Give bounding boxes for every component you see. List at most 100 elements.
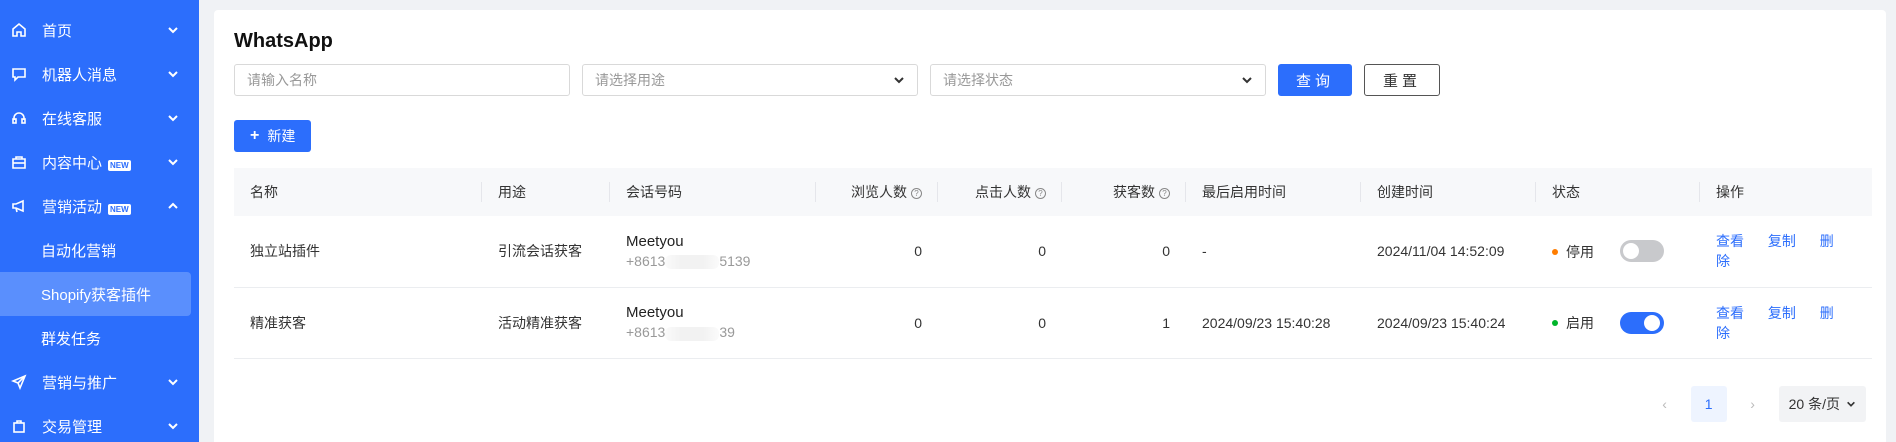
chevron-down-icon <box>1242 77 1252 84</box>
main-content: WhatsApp 请选择用途 请选择状态 查询 重置 + 新建 <box>199 0 1896 442</box>
status-select-placeholder: 请选择状态 <box>943 72 1013 88</box>
page-number-current[interactable]: 1 <box>1690 386 1727 422</box>
purpose-select[interactable]: 请选择用途 <box>582 64 918 96</box>
view-link[interactable]: 查看 <box>1716 233 1744 249</box>
header-actions: 操作 <box>1700 168 1872 216</box>
sidebar-item-label: 营销与推广 <box>42 374 118 392</box>
phone-prefix: +8613 <box>626 253 666 270</box>
header-label: 状态 <box>1552 184 1580 200</box>
sidebar-item-label: 首页 <box>42 22 73 40</box>
header-label: 浏览人数 <box>851 184 907 200</box>
search-button[interactable]: 查询 <box>1278 64 1353 96</box>
page-size-select[interactable]: 20 条/页 <box>1778 386 1866 422</box>
sidebar-item-marketing-activity[interactable]: 营销活动 NEW <box>0 184 199 228</box>
sidebar-item-text: 营销活动 <box>42 198 103 216</box>
view-link[interactable]: 查看 <box>1716 305 1744 321</box>
chevron-down-icon <box>167 155 181 169</box>
sidebar-item-home[interactable]: 首页 <box>0 8 199 52</box>
sidebar-item-text: 内容中心 <box>42 154 103 172</box>
cell-status: 停用 <box>1536 216 1700 288</box>
content-panel: WhatsApp 请选择用途 请选择状态 查询 重置 + 新建 <box>214 10 1886 442</box>
sidebar-subitem-shopify-plugin[interactable]: Shopify获客插件 <box>0 272 191 316</box>
chevron-down-icon <box>167 67 181 81</box>
status-toggle[interactable] <box>1619 240 1664 263</box>
prev-page-icon[interactable]: ‹ <box>1649 388 1681 420</box>
header-name: 名称 <box>234 168 482 216</box>
filter-bar: 请选择用途 请选择状态 查询 重置 <box>234 64 1866 96</box>
chevron-down-icon <box>1847 401 1855 407</box>
sidebar-item-label: 营销活动 NEW <box>42 196 167 217</box>
sidebar-subitem-automation-marketing[interactable]: 自动化营销 <box>0 228 199 272</box>
header-last-enabled: 最后启用时间 <box>1186 168 1361 216</box>
next-page-icon[interactable]: › <box>1737 388 1769 420</box>
copy-link[interactable]: 复制 <box>1768 305 1796 321</box>
new-button[interactable]: + 新建 <box>234 120 312 152</box>
header-label: 创建时间 <box>1377 184 1433 200</box>
phone-suffix: 39 <box>719 324 735 341</box>
cell-views: 0 <box>816 287 938 359</box>
cell-purpose: 活动精准获客 <box>482 287 610 359</box>
cell-clicks: 0 <box>938 216 1062 288</box>
cell-last-enabled: - <box>1186 216 1361 288</box>
page-size-label: 20 条/页 <box>1788 396 1840 412</box>
header-session-number: 会话号码 <box>610 168 816 216</box>
redacted-blur <box>665 326 720 341</box>
cell-leads: 1 <box>1062 287 1186 359</box>
cell-status: 启用 <box>1536 287 1700 359</box>
header-label: 获客数 <box>1113 184 1155 200</box>
cell-actions: 查看 复制 删除 <box>1700 216 1872 288</box>
sidebar: 首页 机器人消息 在线客服 内容中心 NEW 营销活动 NEW 自动化营销 Shop… <box>0 0 199 442</box>
cell-name: 独立站插件 <box>234 216 482 288</box>
name-input[interactable] <box>234 64 570 96</box>
sidebar-item-label: 内容中心 NEW <box>42 152 167 173</box>
help-icon[interactable]: ? <box>911 187 922 199</box>
sidebar-item-marketing-promotion[interactable]: 营销与推广 <box>0 360 199 404</box>
header-label: 最后启用时间 <box>1202 184 1286 200</box>
header-purpose: 用途 <box>482 168 610 216</box>
status-badge: 停用 <box>1552 242 1594 262</box>
cell-last-enabled: 2024/09/23 15:40:28 <box>1186 287 1361 359</box>
redacted-blur <box>665 255 720 270</box>
sidebar-item-robot-messages[interactable]: 机器人消息 <box>0 52 199 96</box>
status-dot <box>1552 320 1558 327</box>
cell-name: 精准获客 <box>234 287 482 359</box>
copy-link[interactable]: 复制 <box>1768 233 1796 249</box>
purpose-select-placeholder: 请选择用途 <box>595 72 665 88</box>
sidebar-item-content-center[interactable]: 内容中心 NEW <box>0 140 199 184</box>
header-label: 用途 <box>498 184 526 200</box>
table-row: 独立站插件 引流会话获客 Meetyou +8613 5139 0 0 0 - 2… <box>234 216 1872 288</box>
session-phone: +8613 5139 <box>626 253 800 270</box>
cell-actions: 查看 复制 删除 <box>1700 287 1872 359</box>
header-label: 会话号码 <box>626 184 682 200</box>
phone-suffix: 5139 <box>719 253 751 270</box>
table-row: 精准获客 活动精准获客 Meetyou +8613 39 0 0 1 2024/0… <box>234 287 1872 359</box>
megaphone-icon <box>10 197 28 215</box>
chat-icon <box>10 65 28 83</box>
new-button-label: 新建 <box>267 128 296 144</box>
status-dot <box>1552 248 1558 255</box>
status-select[interactable]: 请选择状态 <box>930 64 1266 96</box>
home-icon <box>10 21 28 39</box>
header-status: 状态 <box>1536 168 1700 216</box>
sidebar-item-online-service[interactable]: 在线客服 <box>0 96 199 140</box>
header-clicks: 点击人数? <box>938 168 1062 216</box>
reset-button[interactable]: 重置 <box>1364 64 1441 96</box>
cell-leads: 0 <box>1062 216 1186 288</box>
cell-session: Meetyou +8613 5139 <box>610 216 816 288</box>
header-leads: 获客数? <box>1062 168 1186 216</box>
cell-purpose: 引流会话获客 <box>482 216 610 288</box>
sidebar-subitem-broadcast-task[interactable]: 群发任务 <box>0 316 199 360</box>
pagination: ‹ 1 › 20 条/页 <box>1649 386 1866 422</box>
session-name: Meetyou <box>626 233 684 251</box>
chevron-up-icon <box>167 199 181 213</box>
help-icon[interactable]: ? <box>1159 187 1170 199</box>
page-title: WhatsApp <box>234 30 333 52</box>
session-name: Meetyou <box>626 304 684 322</box>
header-label: 点击人数 <box>975 184 1031 200</box>
sidebar-item-label: 交易管理 <box>42 418 103 436</box>
status-toggle[interactable] <box>1619 311 1664 334</box>
sidebar-item-trade-management[interactable]: 交易管理 <box>0 404 199 442</box>
plugin-table: 名称 用途 会话号码 浏览人数? 点击人数? 获客数? 最后启用时间 创建时间 … <box>234 168 1872 359</box>
send-icon <box>10 373 28 391</box>
help-icon[interactable]: ? <box>1035 187 1046 199</box>
